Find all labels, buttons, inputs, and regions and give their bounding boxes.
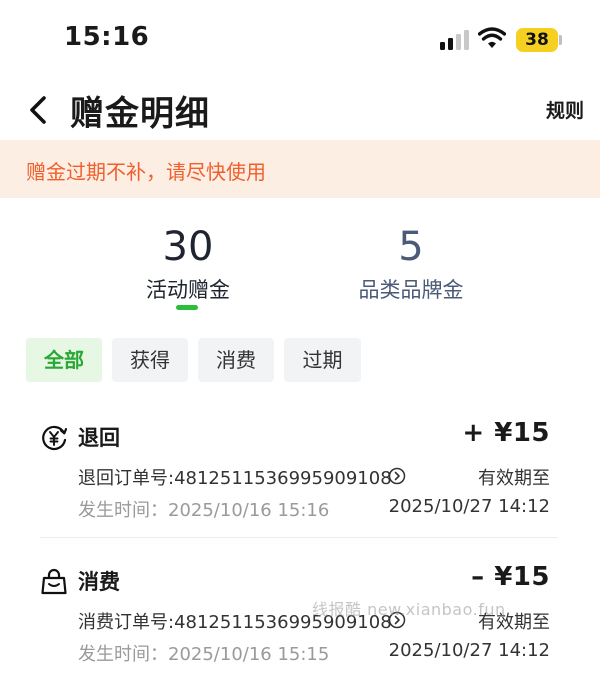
active-tab-indicator xyxy=(176,305,198,310)
record-divider xyxy=(40,537,558,538)
refund-yen-icon xyxy=(42,425,68,451)
chevron-right-circle-icon[interactable] xyxy=(388,467,406,485)
record-expire-label: 有效期至 xyxy=(478,468,550,489)
list-item: 消费 – ¥15 消费订单号:4812511536995909108 有效期至 … xyxy=(0,562,600,686)
filter-expired[interactable]: 过期 xyxy=(284,338,361,382)
list-item: 退回 + ¥15 退回订单号:4812511536995909108 有效期至 … xyxy=(0,418,600,574)
record-order-number[interactable]: 退回订单号:4812511536995909108 xyxy=(78,464,392,490)
page-title: 赠金明细 xyxy=(70,94,210,134)
record-time: 发生时间：2025/10/16 15:15 xyxy=(78,644,330,665)
activity-bonus-value: 30 xyxy=(162,224,214,270)
record-expire-date: 2025/10/27 14:12 xyxy=(388,496,550,517)
record-time: 发生时间：2025/10/16 15:16 xyxy=(78,500,330,521)
shopping-bag-icon xyxy=(41,568,67,595)
filter-all[interactable]: 全部 xyxy=(26,338,102,382)
record-expire-date: 2025/10/27 14:12 xyxy=(388,640,550,661)
battery-tip xyxy=(559,35,562,45)
rules-link[interactable]: 规则 xyxy=(546,96,584,123)
status-time: 15:16 xyxy=(64,22,150,52)
tab-activity-bonus[interactable]: 30 活动赠金 xyxy=(108,222,268,304)
category-brand-bonus-label: 品类品牌金 xyxy=(358,278,464,302)
filter-spent[interactable]: 消费 xyxy=(198,338,274,382)
wifi-icon xyxy=(478,27,506,48)
nav-bar: 赠金明细 规则 xyxy=(0,80,600,140)
tab-category-brand-bonus[interactable]: 5 品类品牌金 xyxy=(331,222,491,304)
record-type: 消费 xyxy=(78,570,120,594)
record-amount: + ¥15 xyxy=(462,418,550,448)
activity-bonus-label: 活动赠金 xyxy=(146,278,230,302)
record-type: 退回 xyxy=(78,426,120,450)
record-amount: – ¥15 xyxy=(471,562,550,592)
watermark: 线报酷 new.xianbao.fun xyxy=(312,600,506,619)
notice-text: 赠金过期不补，请尽快使用 xyxy=(26,160,266,184)
battery-indicator: 38 xyxy=(516,28,558,52)
filter-earned[interactable]: 获得 xyxy=(112,338,188,382)
status-bar: 15:16 38 xyxy=(0,0,600,80)
category-brand-bonus-value: 5 xyxy=(398,224,424,270)
cellular-signal-icon xyxy=(440,30,469,50)
notice-banner: 赠金过期不补，请尽快使用 xyxy=(0,140,600,198)
back-arrow-icon[interactable] xyxy=(22,90,56,130)
